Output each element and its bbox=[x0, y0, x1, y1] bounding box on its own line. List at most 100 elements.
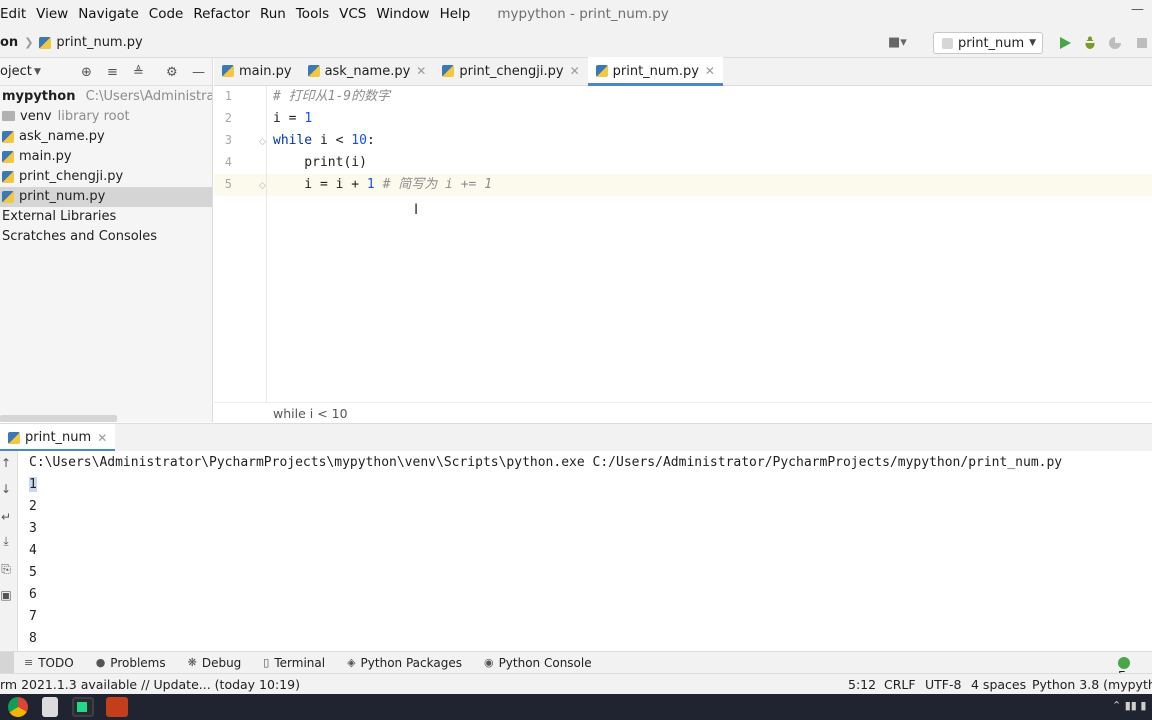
tree-item-external-libraries[interactable]: External Libraries bbox=[0, 207, 212, 227]
pycharm-icon[interactable] bbox=[72, 697, 94, 717]
locate-icon[interactable]: ⊕ bbox=[81, 65, 92, 80]
chrome-icon[interactable] bbox=[8, 697, 28, 717]
menu-view[interactable]: View bbox=[31, 6, 73, 22]
menu-window[interactable]: Window bbox=[371, 6, 434, 22]
project-view-selector[interactable]: oject bbox=[0, 64, 32, 79]
navigation-bar: on ❯ print_num.py ■▾ print_num ▼ bbox=[0, 28, 1152, 58]
stop-icon[interactable] bbox=[1135, 36, 1149, 50]
arrow-down-icon[interactable]: ↓ bbox=[0, 482, 12, 496]
tree-item-main[interactable]: main.py bbox=[0, 147, 212, 167]
python-file-icon bbox=[2, 130, 14, 143]
project-tree: mypython C:\Users\Administrator\Pc venvl… bbox=[0, 86, 212, 247]
status-bar: rm 2021.1.3 available // Update... (toda… bbox=[0, 673, 1152, 694]
tree-root[interactable]: mypython C:\Users\Administrator\Pc bbox=[0, 87, 212, 107]
menu-code[interactable]: Code bbox=[144, 6, 189, 22]
code-comment: # 打印从1-9的数字 bbox=[273, 89, 391, 104]
debug-icon[interactable] bbox=[1083, 36, 1097, 50]
tree-item-label: main.py bbox=[19, 149, 72, 164]
toolwindow-label: TODO bbox=[38, 655, 74, 670]
tree-item-print-num[interactable]: print_num.py bbox=[0, 187, 212, 207]
collapse-all-icon[interactable]: ≜ bbox=[133, 65, 144, 80]
toolwindow-label: Terminal bbox=[274, 655, 326, 670]
scroll-to-end-icon[interactable]: ⤓ bbox=[0, 534, 12, 549]
problems-button[interactable]: ● Problems bbox=[96, 656, 166, 670]
trash-icon[interactable]: ▣ bbox=[0, 588, 12, 602]
powerpoint-icon[interactable] bbox=[106, 697, 128, 717]
close-icon[interactable]: ✕ bbox=[570, 64, 580, 78]
console-output-line: 2 bbox=[29, 499, 37, 514]
status-interpreter[interactable]: Python 3.8 (mypytho bbox=[1032, 674, 1152, 695]
menu-run[interactable]: Run bbox=[255, 6, 291, 22]
gear-icon[interactable]: ⚙ bbox=[166, 65, 178, 80]
fold-icon[interactable]: ◇ bbox=[259, 137, 266, 147]
file-explorer-icon[interactable] bbox=[42, 697, 58, 717]
status-caret-position[interactable]: 5:12 bbox=[848, 674, 876, 695]
folder-icon bbox=[2, 110, 15, 121]
breadcrumb-project[interactable]: on bbox=[0, 35, 18, 50]
coverage-icon[interactable] bbox=[1108, 36, 1122, 50]
tab-print-chengji[interactable]: print_chengji.py ✕ bbox=[434, 57, 587, 85]
code-text: print(i) bbox=[273, 155, 367, 170]
menu-tools[interactable]: Tools bbox=[291, 6, 334, 22]
chevron-down-icon[interactable]: ▼ bbox=[34, 67, 41, 77]
run-console[interactable]: C:\Users\Administrator\PycharmProjects\m… bbox=[18, 451, 1152, 651]
user-icon[interactable]: ■▾ bbox=[888, 35, 907, 50]
tree-item-venv[interactable]: venv library root bbox=[0, 107, 212, 127]
arrow-up-icon[interactable]: ↑ bbox=[0, 456, 12, 470]
horizontal-scrollbar[interactable] bbox=[0, 415, 117, 422]
minimize-icon[interactable]: — bbox=[1131, 2, 1144, 17]
tree-item-scratches[interactable]: Scratches and Consoles bbox=[0, 227, 212, 247]
status-line-separator[interactable]: CRLF bbox=[884, 674, 916, 695]
status-indent[interactable]: 4 spaces bbox=[971, 674, 1026, 695]
menu-navigate[interactable]: Navigate bbox=[73, 6, 144, 22]
expand-all-icon[interactable]: ≡ bbox=[107, 65, 118, 80]
breadcrumb-file[interactable]: print_num.py bbox=[56, 35, 142, 50]
menu-help[interactable]: Help bbox=[435, 6, 476, 22]
debug-button[interactable]: ❋ Debug bbox=[188, 656, 242, 670]
tray-icons[interactable]: ⌃ ▮▮ ▮ bbox=[1112, 699, 1146, 712]
run-toolwindow-button[interactable] bbox=[0, 651, 14, 674]
menu-edit[interactable]: Edit bbox=[0, 6, 31, 22]
console-output-line: 6 bbox=[29, 587, 37, 602]
fold-icon[interactable]: ◇ bbox=[259, 181, 266, 191]
tree-item-print-chengji[interactable]: print_chengji.py bbox=[0, 167, 212, 187]
python-packages-button[interactable]: ◈ Python Packages bbox=[347, 656, 462, 670]
list-icon: ≡ bbox=[24, 656, 34, 669]
tree-item-ask-name[interactable]: ask_name.py bbox=[0, 127, 212, 147]
console-output-value: 1 bbox=[29, 477, 37, 492]
editor-tabs: main.py ask_name.py ✕ print_chengji.py ✕… bbox=[214, 57, 1152, 86]
close-icon[interactable]: ✕ bbox=[97, 431, 107, 445]
status-message[interactable]: rm 2021.1.3 available // Update... (toda… bbox=[0, 674, 300, 695]
menu-vcs[interactable]: VCS bbox=[334, 6, 371, 22]
line-number: 3 bbox=[224, 133, 232, 147]
tab-main[interactable]: main.py bbox=[214, 57, 300, 85]
toolwindow-label: Problems bbox=[110, 655, 166, 670]
console-output-line: 5 bbox=[29, 565, 37, 580]
code-number: 10 bbox=[351, 133, 367, 148]
soft-wrap-icon[interactable]: ↵ bbox=[0, 510, 12, 524]
close-icon[interactable]: ✕ bbox=[416, 64, 426, 78]
tab-print-num[interactable]: print_num.py ✕ bbox=[587, 57, 724, 86]
python-file-icon bbox=[8, 431, 20, 444]
run-icon[interactable] bbox=[1058, 36, 1072, 50]
run-configuration-select[interactable]: print_num ▼ bbox=[933, 32, 1043, 54]
run-panel-header: print_num ✕ bbox=[0, 423, 1152, 452]
close-icon[interactable]: ✕ bbox=[705, 64, 715, 78]
run-tab[interactable]: print_num ✕ bbox=[0, 423, 116, 452]
hide-icon[interactable]: — bbox=[192, 65, 205, 80]
status-encoding[interactable]: UTF-8 bbox=[925, 674, 961, 695]
code-text: i = i + bbox=[273, 177, 367, 192]
line-number-gutter: 1 2 3 4 5 ◇ ◇ bbox=[214, 86, 267, 402]
window-title: mypython - print_num.py bbox=[497, 6, 669, 22]
menu-refactor[interactable]: Refactor bbox=[188, 6, 255, 22]
todo-button[interactable]: ≡ TODO bbox=[24, 656, 74, 670]
toolwindow-label: Python Console bbox=[498, 655, 592, 670]
toolwindow-label: Python Packages bbox=[360, 655, 462, 670]
terminal-button[interactable]: ▯ Terminal bbox=[263, 656, 325, 670]
tab-ask-name[interactable]: ask_name.py ✕ bbox=[300, 57, 435, 85]
tree-root-name: mypython bbox=[2, 89, 76, 104]
code-editor[interactable]: # 打印从1-9的数字 i = 1 while i < 10: print(i)… bbox=[268, 86, 1152, 402]
print-icon[interactable]: ⎘ bbox=[0, 562, 12, 577]
code-breadcrumb[interactable]: while i < 10 bbox=[214, 402, 1152, 423]
python-console-button[interactable]: ◉ Python Console bbox=[484, 656, 592, 670]
